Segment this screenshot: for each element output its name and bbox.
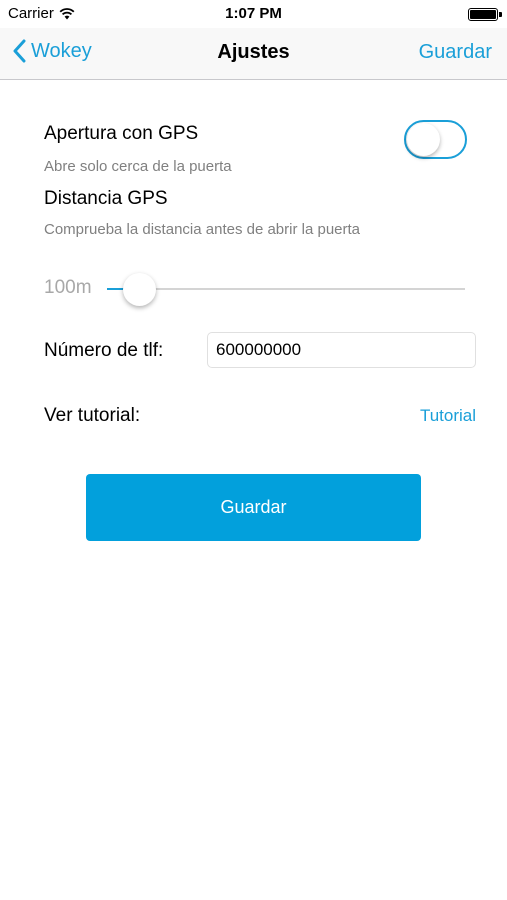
phone-label: Número de tlf: bbox=[44, 340, 164, 361]
battery-tip bbox=[499, 12, 502, 17]
status-time: 1:07 PM bbox=[225, 5, 282, 22]
gps-distance-slider-track[interactable] bbox=[107, 288, 465, 290]
navigation-bar: Wokey Ajustes Guardar bbox=[0, 28, 507, 80]
nav-save-button[interactable]: Guardar bbox=[419, 41, 492, 64]
phone-input[interactable] bbox=[207, 332, 476, 368]
gps-distance-description: Comprueba la distancia antes de abrir la… bbox=[44, 221, 361, 238]
gps-distance-value: 100m bbox=[44, 277, 92, 298]
save-button[interactable]: Guardar bbox=[86, 474, 421, 541]
gps-distance-label: Distancia GPS bbox=[44, 188, 168, 209]
battery-icon bbox=[468, 8, 498, 21]
gps-opening-toggle[interactable] bbox=[404, 120, 467, 159]
status-bar: Carrier 1:07 PM bbox=[0, 0, 507, 28]
toggle-knob bbox=[407, 123, 440, 156]
gps-distance-slider-thumb[interactable] bbox=[122, 273, 156, 306]
tutorial-label: Ver tutorial: bbox=[44, 405, 141, 426]
gps-opening-label: Apertura con GPS bbox=[44, 123, 199, 144]
save-button-label: Guardar bbox=[220, 497, 287, 517]
tutorial-link[interactable]: Tutorial bbox=[420, 406, 476, 426]
gps-opening-description: Abre solo cerca de la puerta bbox=[44, 158, 232, 175]
